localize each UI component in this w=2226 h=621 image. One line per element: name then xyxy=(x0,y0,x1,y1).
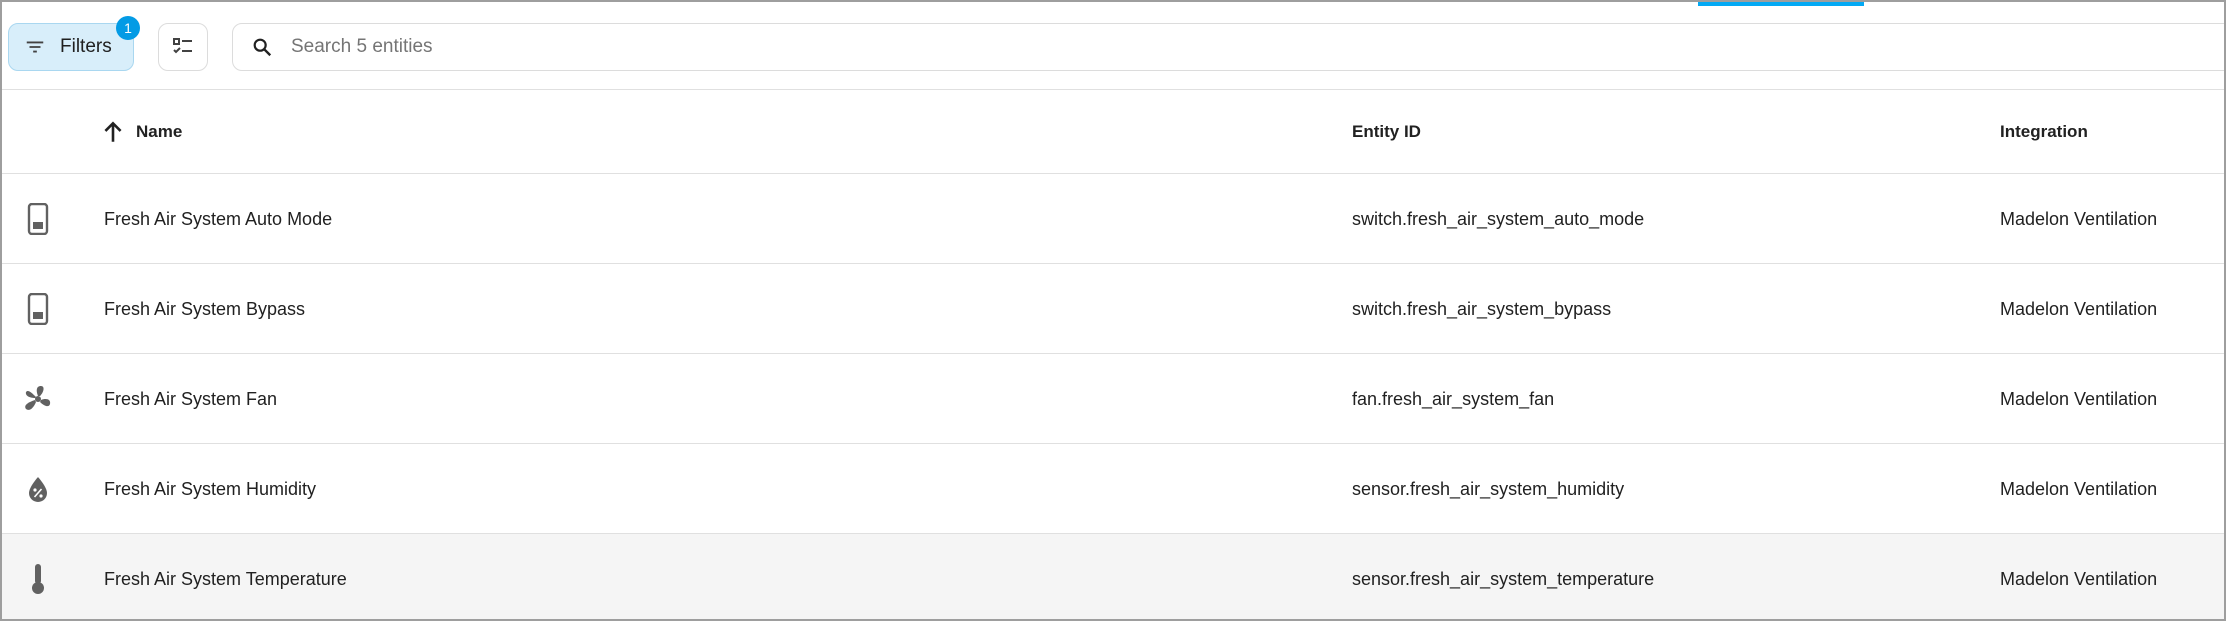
row-name: Fresh Air System Humidity xyxy=(104,478,317,499)
row-entity-id: sensor.fresh_air_system_temperature xyxy=(1352,568,1655,589)
column-header-integration[interactable]: Integration xyxy=(2000,90,2088,174)
filters-button[interactable]: Filters xyxy=(8,23,134,71)
table-header: Name Entity ID Integration xyxy=(2,90,2224,174)
filters-label: Filters xyxy=(60,36,112,57)
search-field[interactable] xyxy=(232,23,2224,71)
thermometer-icon xyxy=(20,534,56,619)
row-integration: Madelon Ventilation xyxy=(2000,388,2158,409)
switch-icon xyxy=(20,174,56,264)
filters-count-badge: 1 xyxy=(116,16,140,40)
table-row[interactable]: Fresh Air System Bypass switch.fresh_air… xyxy=(2,264,2224,354)
table-row[interactable]: Fresh Air System Auto Mode switch.fresh_… xyxy=(2,174,2224,264)
filter-icon xyxy=(24,36,46,58)
column-header-name[interactable]: Name xyxy=(100,90,182,174)
selection-mode-button[interactable] xyxy=(158,23,208,71)
row-integration: Madelon Ventilation xyxy=(2000,208,2158,229)
row-entity-id: switch.fresh_air_system_auto_mode xyxy=(1352,208,1645,229)
search-icon xyxy=(251,36,273,58)
entities-page: Filters 1 Search 5 entities Name Entity … xyxy=(0,0,2226,621)
switch-icon xyxy=(20,264,56,354)
table-row[interactable]: Fresh Air System Temperature sensor.fres… xyxy=(2,534,2224,619)
row-name: Fresh Air System Bypass xyxy=(104,298,306,319)
row-integration: Madelon Ventilation xyxy=(2000,568,2158,589)
column-header-integration-label: Integration xyxy=(2000,122,2088,141)
humidity-icon xyxy=(20,444,56,534)
sort-ascending-icon xyxy=(100,119,126,145)
row-name: Fresh Air System Fan xyxy=(104,388,278,409)
table-row[interactable]: Fresh Air System Humidity sensor.fresh_a… xyxy=(2,444,2224,534)
fan-icon xyxy=(20,354,56,444)
column-header-entity-id[interactable]: Entity ID xyxy=(1352,90,1421,174)
row-name: Fresh Air System Temperature xyxy=(104,568,347,589)
column-header-entity-id-label: Entity ID xyxy=(1352,122,1421,141)
table-row[interactable]: Fresh Air System Fan fan.fresh_air_syste… xyxy=(2,354,2224,444)
row-entity-id: sensor.fresh_air_system_humidity xyxy=(1352,478,1625,499)
row-integration: Madelon Ventilation xyxy=(2000,478,2158,499)
search-input[interactable] xyxy=(291,36,1891,58)
checklist-icon xyxy=(171,35,195,59)
row-entity-id: switch.fresh_air_system_bypass xyxy=(1352,298,1612,319)
row-entity-id: fan.fresh_air_system_fan xyxy=(1352,388,1555,409)
row-integration: Madelon Ventilation xyxy=(2000,298,2158,319)
row-name: Fresh Air System Auto Mode xyxy=(104,208,333,229)
toolbar: Filters 1 xyxy=(2,2,2224,90)
column-header-name-label: Name xyxy=(136,122,183,141)
